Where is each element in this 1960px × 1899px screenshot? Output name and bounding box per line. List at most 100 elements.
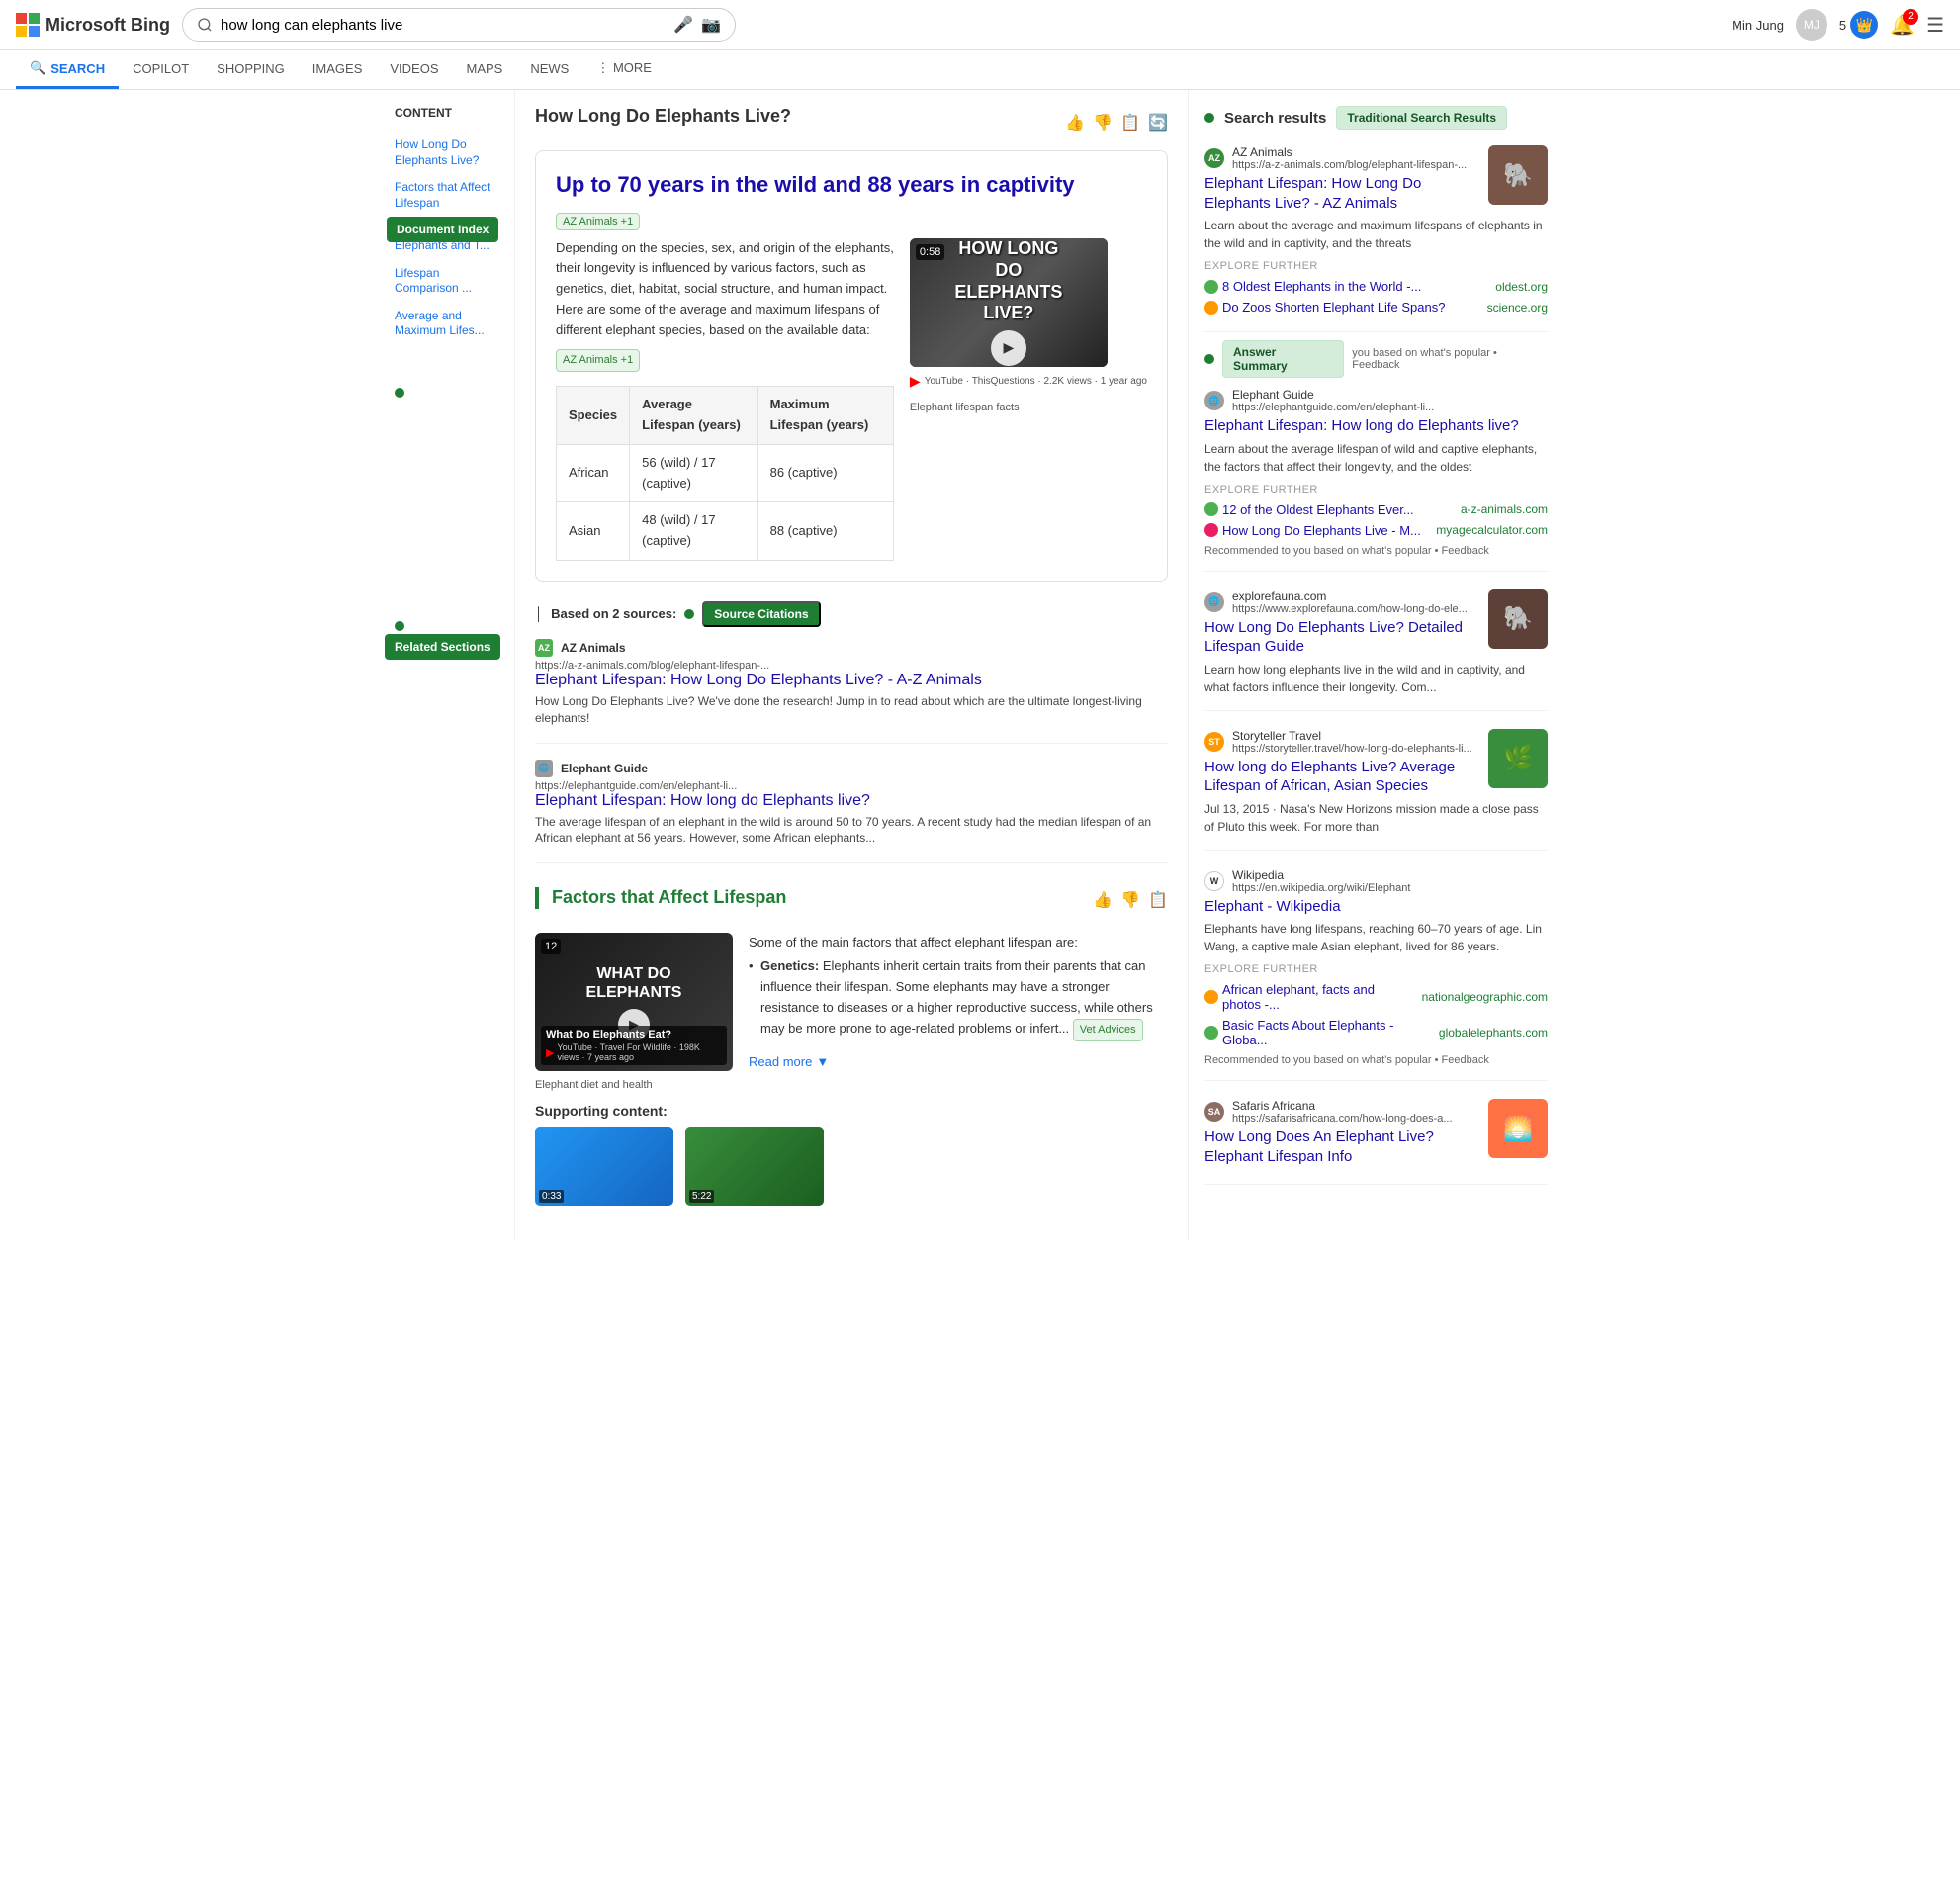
video-overlay-text: HOW LONGDOELEPHANTSLIVE? bbox=[954, 238, 1062, 323]
explore-link-oldest-ever: 12 of the Oldest Elephants Ever... a-z-a… bbox=[1204, 499, 1548, 520]
species-african: African bbox=[557, 444, 630, 502]
az-animals-icon: AZ bbox=[535, 639, 553, 657]
right-panel-title: Search results bbox=[1224, 110, 1326, 127]
factors-section: Factors that Affect Lifespan 👍 👎 📋 12 WH… bbox=[535, 879, 1168, 1206]
tab-more-label: ⋮ MORE bbox=[596, 60, 652, 76]
wiki-result-icon: W bbox=[1204, 871, 1224, 891]
explore-icon-6 bbox=[1204, 1026, 1218, 1040]
eg-result-url: https://elephantguide.com/en/elephant-li… bbox=[1232, 402, 1434, 413]
tab-shopping[interactable]: SHOPPING bbox=[203, 51, 299, 89]
story-result-desc: Jul 13, 2015 · Nasa's New Horizons missi… bbox=[1204, 800, 1548, 836]
answer-heading: Up to 70 years in the wild and 88 years … bbox=[556, 171, 1147, 200]
result-site-fauna: 🌐 explorefauna.com https://www.explorefa… bbox=[1204, 589, 1478, 615]
tab-search[interactable]: 🔍 SEARCH bbox=[16, 50, 119, 89]
video-play-button[interactable]: ▶ bbox=[991, 330, 1026, 366]
vet-advices-badge[interactable]: Vet Advices bbox=[1073, 1019, 1143, 1042]
logo-text: Microsoft Bing bbox=[45, 15, 170, 36]
camera-icon[interactable]: 📷 bbox=[701, 15, 721, 35]
story-result-name: Storyteller Travel bbox=[1232, 729, 1472, 743]
refresh-icon[interactable]: 🔄 bbox=[1148, 113, 1168, 133]
lifespan-table: Species Average Lifespan (years) Maximum… bbox=[556, 386, 894, 561]
right-panel: Search results Traditional Search Result… bbox=[1188, 90, 1563, 1241]
menu-button[interactable]: ☰ bbox=[1926, 13, 1944, 38]
read-more-link[interactable]: Read more ▼ bbox=[749, 1052, 1168, 1073]
explore-myage-link[interactable]: How Long Do Elephants Live - M... bbox=[1222, 523, 1428, 538]
eg-citation-link[interactable]: Elephant Lifespan: How long do Elephants… bbox=[535, 792, 1168, 810]
doc-index-button[interactable]: Document Index bbox=[387, 217, 498, 242]
az-animals-badge[interactable]: AZ Animals +1 bbox=[556, 213, 640, 230]
explore-zoos-link[interactable]: Do Zoos Shorten Elephant Life Spans? bbox=[1222, 300, 1479, 315]
result-thumb-safaris: 🌅 bbox=[1488, 1099, 1548, 1158]
table-header-max: Maximum Lifespan (years) bbox=[757, 387, 893, 445]
support-video-1[interactable]: 0:33 bbox=[535, 1127, 673, 1206]
result-item-safaris: 🌅 SA Safaris Africana https://safarisafr… bbox=[1204, 1099, 1548, 1185]
wiki-result-url: https://en.wikipedia.org/wiki/Elephant bbox=[1232, 882, 1410, 894]
result-item-storyteller: 🌿 ST Storyteller Travel https://storytel… bbox=[1204, 729, 1548, 851]
factors-video[interactable]: 12 WHAT DOELEPHANTS ▶ What Do Elephants … bbox=[535, 933, 733, 1071]
factors-genetics: Genetics: Elephants inherit certain trai… bbox=[749, 953, 1168, 1044]
tab-images[interactable]: IMAGES bbox=[299, 51, 377, 89]
answer-video[interactable]: 0:58 HOW LONGDOELEPHANTSLIVE? ▶ bbox=[910, 238, 1108, 367]
sidebar-item-factors[interactable]: Factors that Affect Lifespan bbox=[395, 174, 506, 217]
explore-global-link[interactable]: Basic Facts About Elephants - Globa... bbox=[1222, 1018, 1431, 1047]
video-duration: 0:58 bbox=[916, 244, 944, 260]
sidebar-item-average[interactable]: Average and Maximum Lifes... bbox=[395, 303, 506, 345]
eg-result-title[interactable]: Elephant Lifespan: How long do Elephants… bbox=[1204, 416, 1548, 436]
explore-oldest-link[interactable]: 8 Oldest Elephants in the World -... bbox=[1222, 279, 1487, 294]
az-citation-link[interactable]: Elephant Lifespan: How Long Do Elephants… bbox=[535, 672, 1168, 689]
explore-natgeo-link[interactable]: African elephant, facts and photos -... bbox=[1222, 982, 1414, 1012]
crown-badge[interactable]: 👑 bbox=[1850, 11, 1878, 39]
sidebar-item-comparison[interactable]: Lifespan Comparison ... bbox=[395, 260, 506, 303]
story-result-url: https://storyteller.travel/how-long-do-e… bbox=[1232, 743, 1472, 755]
factors-video-duration: 12 bbox=[541, 939, 561, 954]
based-on-label: │ bbox=[535, 606, 543, 621]
points-badge: 5 👑 bbox=[1839, 11, 1878, 39]
read-more-text: Read more bbox=[749, 1052, 812, 1073]
search-input[interactable]: how long can elephants live bbox=[221, 17, 666, 34]
thumbs-down-icon[interactable]: 👎 bbox=[1093, 113, 1113, 133]
answer-paragraph: Depending on the species, sex, and origi… bbox=[556, 238, 894, 341]
notifications-button[interactable]: 🔔 2 bbox=[1890, 13, 1915, 38]
elephant-facts-label: Elephant lifespan facts bbox=[910, 402, 1147, 413]
result-thumb-safaris-inner: 🌅 bbox=[1488, 1099, 1548, 1158]
source-citations-button[interactable]: Source Citations bbox=[702, 601, 820, 627]
mic-icon[interactable]: 🎤 bbox=[673, 15, 693, 35]
share-icon[interactable]: 📋 bbox=[1120, 113, 1140, 133]
factors-video-source: YouTube · Travel For Wildlife · 198K vie… bbox=[557, 1042, 722, 1062]
support-video-2[interactable]: 5:22 bbox=[685, 1127, 824, 1206]
az-result-url: https://a-z-animals.com/blog/elephant-li… bbox=[1232, 159, 1467, 171]
tab-maps[interactable]: MAPS bbox=[453, 51, 517, 89]
result-site-wiki: W Wikipedia https://en.wikipedia.org/wik… bbox=[1204, 868, 1548, 894]
section-bar bbox=[535, 887, 539, 909]
avatar: MJ bbox=[1796, 9, 1827, 41]
fauna-result-icon: 🌐 bbox=[1204, 592, 1224, 612]
factors-thumbsdown-icon[interactable]: 👎 bbox=[1120, 890, 1140, 910]
explore-myage-source: myagecalculator.com bbox=[1436, 523, 1548, 537]
tab-maps-label: MAPS bbox=[467, 61, 503, 76]
tab-news-label: NEWS bbox=[530, 61, 569, 76]
sidebar-item-how-long[interactable]: How Long Do Elephants Live? bbox=[395, 132, 506, 174]
story-result-icon: ST bbox=[1204, 732, 1224, 752]
factors-thumbsup-icon[interactable]: 👍 bbox=[1093, 890, 1113, 910]
fauna-result-name: explorefauna.com bbox=[1232, 589, 1468, 603]
tab-videos[interactable]: VIDEOS bbox=[376, 51, 452, 89]
factors-content: 12 WHAT DOELEPHANTS ▶ What Do Elephants … bbox=[535, 933, 1168, 1073]
tab-copilot[interactable]: COPILOT bbox=[119, 51, 203, 89]
factors-share-icon[interactable]: 📋 bbox=[1148, 890, 1168, 910]
result-site-story: ST Storyteller Travel https://storytelle… bbox=[1204, 729, 1478, 755]
related-sections-badge[interactable]: Related Sections bbox=[385, 634, 500, 660]
explore-oldest-ever-link[interactable]: 12 of the Oldest Elephants Ever... bbox=[1222, 502, 1453, 517]
az-animals-badge-2[interactable]: AZ Animals +1 bbox=[556, 349, 640, 373]
thumbs-up-icon[interactable]: 👍 bbox=[1065, 113, 1085, 133]
table-header-species: Species bbox=[557, 387, 630, 445]
explore-oldest-source: oldest.org bbox=[1495, 280, 1548, 294]
search-bar[interactable]: how long can elephants live 🎤 📷 bbox=[182, 8, 736, 42]
explore-link-natgeo: African elephant, facts and photos -... … bbox=[1204, 979, 1548, 1015]
page-title-row: How Long Do Elephants Live? 👍 👎 📋 🔄 bbox=[535, 106, 1168, 138]
citation-item-eg: 🌐 Elephant Guide https://elephantguide.c… bbox=[535, 760, 1168, 864]
traditional-results-button[interactable]: Traditional Search Results bbox=[1336, 106, 1507, 130]
wiki-result-title[interactable]: Elephant - Wikipedia bbox=[1204, 897, 1548, 917]
explore-oldest-ever-source: a-z-animals.com bbox=[1461, 502, 1548, 516]
tab-news[interactable]: NEWS bbox=[516, 51, 582, 89]
tab-more[interactable]: ⋮ MORE bbox=[582, 50, 666, 89]
